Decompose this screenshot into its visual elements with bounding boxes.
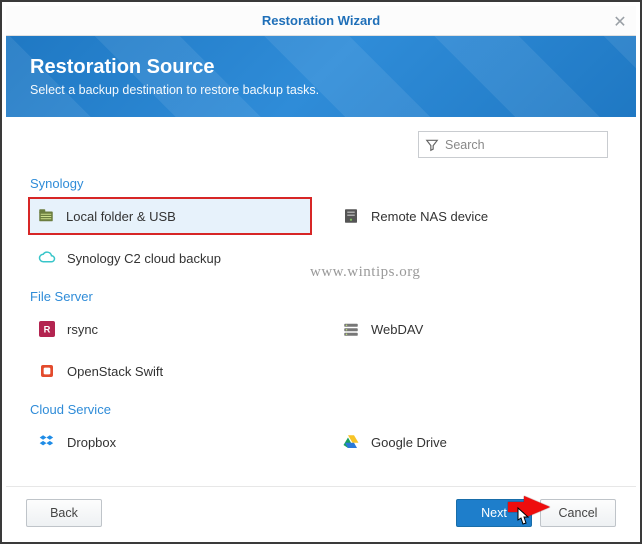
source-rsync[interactable]: R rsync	[28, 310, 312, 348]
banner: Restoration Source Select a backup desti…	[6, 36, 636, 117]
item-label: WebDAV	[371, 322, 423, 337]
back-button[interactable]: Back	[26, 499, 102, 527]
svg-text:R: R	[44, 324, 51, 334]
item-label: Dropbox	[67, 435, 116, 450]
banner-subheading: Select a backup destination to restore b…	[30, 83, 612, 97]
banner-heading: Restoration Source	[30, 56, 612, 79]
google-drive-icon	[341, 432, 361, 452]
folder-icon	[36, 206, 56, 226]
search-input[interactable]	[445, 138, 601, 152]
item-label: rsync	[67, 322, 98, 337]
dialog-body: Synology Local folder & USB Remote NAS d…	[6, 117, 636, 486]
section-title-synology: Synology	[30, 176, 616, 191]
source-google-drive[interactable]: Google Drive	[332, 423, 616, 461]
source-webdav[interactable]: WebDAV	[332, 310, 616, 348]
source-synology-c2[interactable]: Synology C2 cloud backup	[28, 239, 312, 277]
dropbox-icon	[37, 432, 57, 452]
footer: Back Next Cancel	[6, 486, 636, 538]
source-openstack[interactable]: OpenStack Swift	[28, 352, 312, 390]
section-title-cloud: Cloud Service	[30, 402, 616, 417]
source-dropbox[interactable]: Dropbox	[28, 423, 312, 461]
section-title-fileserver: File Server	[30, 289, 616, 304]
restoration-wizard-dialog: Restoration Wizard ✕ Restoration Source …	[6, 6, 636, 538]
rsync-icon: R	[37, 319, 57, 339]
titlebar: Restoration Wizard ✕	[6, 6, 636, 36]
next-button[interactable]: Next	[456, 499, 532, 527]
filter-icon	[425, 138, 439, 152]
source-remote-nas[interactable]: Remote NAS device	[332, 197, 616, 235]
item-label: Google Drive	[371, 435, 447, 450]
webdav-icon	[341, 319, 361, 339]
dialog-title: Restoration Wizard	[262, 13, 380, 28]
source-scroll[interactable]: Synology Local folder & USB Remote NAS d…	[28, 164, 630, 486]
item-label: OpenStack Swift	[67, 364, 163, 379]
cancel-button[interactable]: Cancel	[540, 499, 616, 527]
close-icon[interactable]: ✕	[612, 12, 628, 32]
item-label: Synology C2 cloud backup	[67, 251, 221, 266]
nas-icon	[341, 206, 361, 226]
search-box[interactable]	[418, 131, 608, 158]
item-label: Remote NAS device	[371, 209, 488, 224]
cloud-icon	[37, 248, 57, 268]
source-local-folder-usb[interactable]: Local folder & USB	[28, 197, 312, 235]
openstack-icon	[37, 361, 57, 381]
item-label: Local folder & USB	[66, 209, 176, 224]
